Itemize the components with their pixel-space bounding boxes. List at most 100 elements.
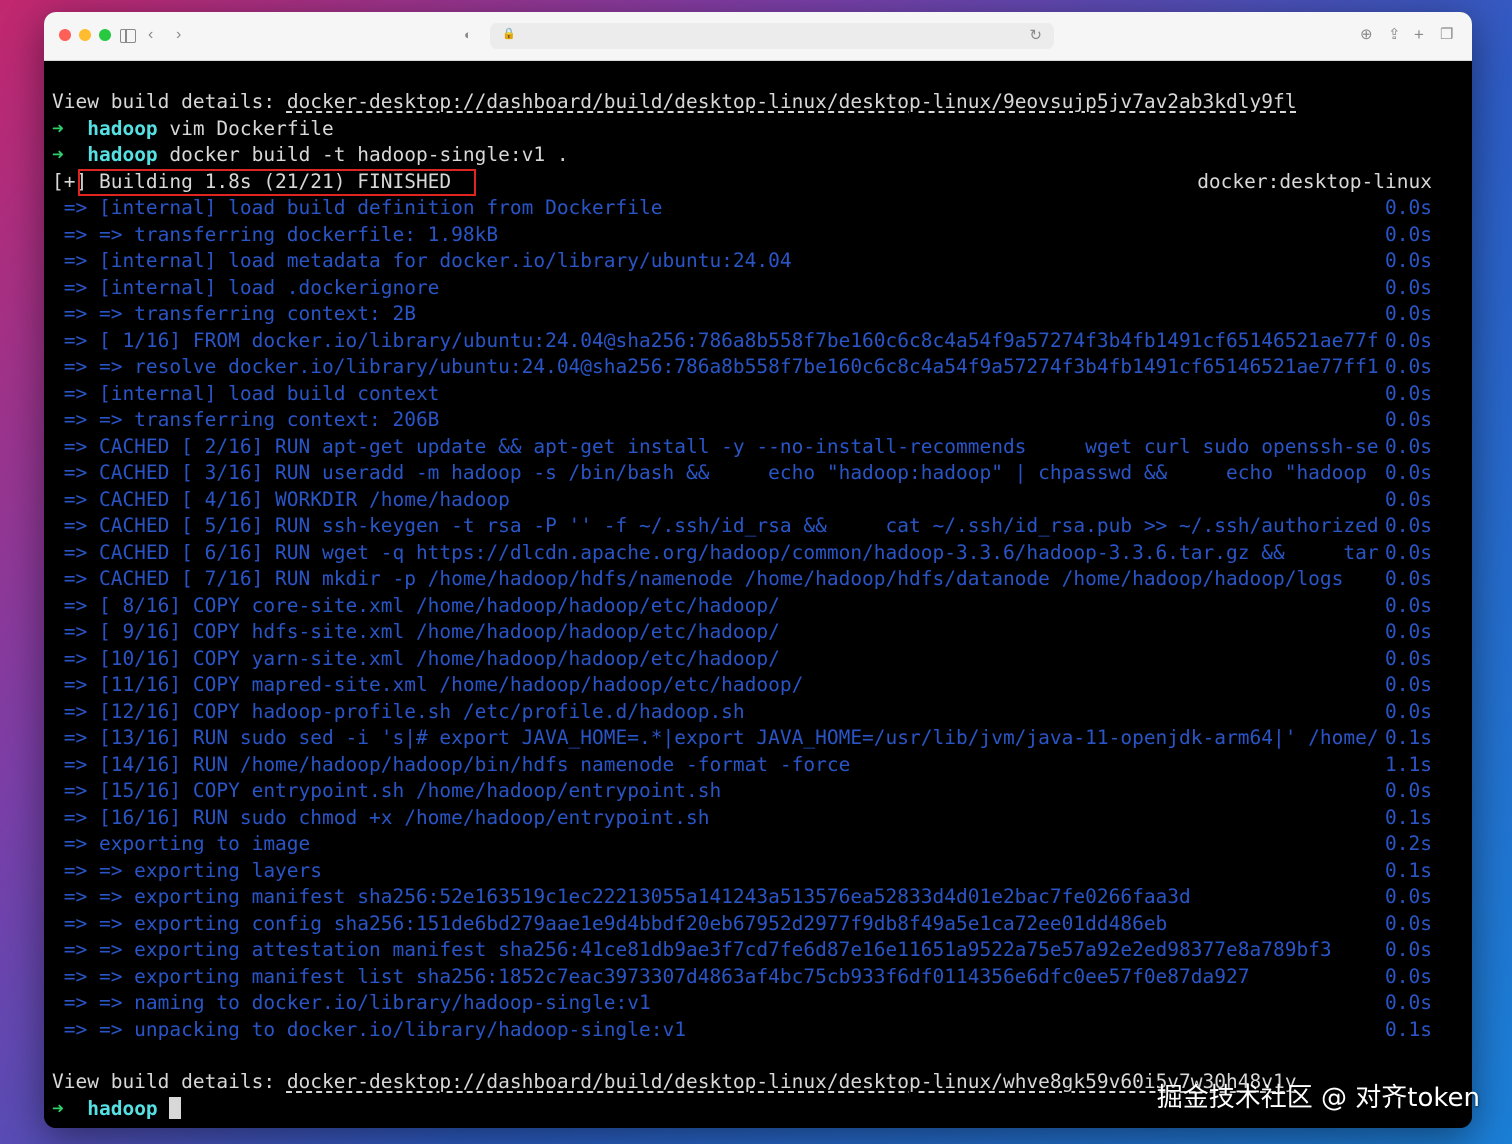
build-step-line: => [internal] load build context 0.0s <box>52 381 1452 407</box>
build-step-text: => => exporting manifest list sha256:185… <box>52 964 1250 988</box>
build-step-duration: 0.0s <box>1385 540 1432 564</box>
build-step-duration: 0.0s <box>1385 911 1432 935</box>
terminal-cursor[interactable] <box>169 1097 182 1119</box>
build-step-text: => CACHED [ 2/16] RUN apt-get update && … <box>52 434 1379 458</box>
highlight-annotation-box <box>78 169 476 196</box>
build-step-duration: 0.0s <box>1385 222 1432 246</box>
watermark: 掘金技术社区 @ 对齐token <box>1156 1083 1480 1113</box>
build-step-duration: 0.0s <box>1385 673 1432 696</box>
build-step-duration: 0.0s <box>1385 620 1432 643</box>
build-step-line: => [10/16] COPY yarn-site.xml /home/hado… <box>52 646 1452 672</box>
address-bar[interactable]: 🔒 ↻ <box>490 23 1054 49</box>
new-tab-icon[interactable]: + <box>1414 25 1424 45</box>
build-step-line: => [11/16] COPY mapred-site.xml /home/ha… <box>52 672 1452 698</box>
build-step-duration: 0.0s <box>1385 991 1432 1014</box>
prompt-arrow-icon: ➜ <box>52 117 64 140</box>
build-step-duration: 0.0s <box>1385 514 1432 537</box>
build-step-text: => [ 9/16] COPY hdfs-site.xml /home/hado… <box>52 620 780 643</box>
prompt-directory: hadoop <box>87 143 158 166</box>
tabs-icon[interactable]: ❐ <box>1440 25 1453 45</box>
build-step-text: => [12/16] COPY hadoop-profile.sh /etc/p… <box>52 699 745 723</box>
command-text: docker build -t hadoop-single:v1 . <box>157 143 569 166</box>
build-step-line: => exporting to image 0.2s <box>52 831 1452 857</box>
view-build-details-line: View build details: docker-desktop://das… <box>52 89 1452 115</box>
build-step-line: => CACHED [ 2/16] RUN apt-get update && … <box>52 434 1452 460</box>
build-step-duration: 0.1s <box>1385 805 1432 829</box>
build-step-line: => => resolve docker.io/library/ubuntu:2… <box>52 354 1452 380</box>
build-step-duration: 0.0s <box>1385 885 1432 908</box>
build-step-text: => [13/16] RUN sudo sed -i 's|# export J… <box>52 726 1379 749</box>
build-step-line: => [internal] load .dockerignore 0.0s <box>52 275 1452 301</box>
build-step-line: => CACHED [ 3/16] RUN useradd -m hadoop … <box>52 460 1452 486</box>
build-step-text: => [internal] load .dockerignore <box>52 275 440 299</box>
build-step-text: => [10/16] COPY yarn-site.xml /home/hado… <box>52 646 780 670</box>
build-step-line: => [14/16] RUN /home/hadoop/hadoop/bin/h… <box>52 752 1452 778</box>
build-step-text: => => exporting attestation manifest sha… <box>52 938 1332 961</box>
build-step-duration: 0.0s <box>1385 302 1432 325</box>
build-step-duration: 0.1s <box>1385 1017 1432 1041</box>
build-details-link[interactable]: docker-desktop://dashboard/build/desktop… <box>287 1070 1297 1093</box>
shield-icon[interactable]: ◐ <box>464 25 472 45</box>
build-step-text: => => exporting layers <box>52 858 323 882</box>
build-step-line: => => exporting config sha256:151de6bd27… <box>52 911 1452 937</box>
build-step-text: => CACHED [ 3/16] RUN useradd -m hadoop … <box>52 461 1367 484</box>
build-step-line: => [ 1/16] FROM docker.io/library/ubuntu… <box>52 328 1452 354</box>
terminal-window: ‹ › ◐ 🔒 ↻ ⊕ ⇪ + ❐ View build details: do… <box>44 12 1472 1128</box>
sidebar-icon[interactable] <box>120 29 136 43</box>
build-step-line: => => exporting manifest list sha256:185… <box>52 964 1452 990</box>
build-step-text: => => naming to docker.io/library/hadoop… <box>52 991 651 1014</box>
build-step-duration: 0.0s <box>1385 328 1432 352</box>
build-step-line: => CACHED [ 6/16] RUN wget -q https://dl… <box>52 540 1452 566</box>
build-step-duration: 0.0s <box>1385 593 1432 617</box>
build-step-text: => [15/16] COPY entrypoint.sh /home/hado… <box>52 779 722 802</box>
build-step-line: => => transferring dockerfile: 1.98kB 0.0… <box>52 222 1452 248</box>
prompt-arrow-icon: ➜ <box>52 143 64 166</box>
translate-icon[interactable]: ⊕ <box>1360 25 1373 45</box>
build-step-text: => => exporting config sha256:151de6bd27… <box>52 911 1168 935</box>
build-step-line: => => exporting attestation manifest sha… <box>52 937 1452 963</box>
build-step-text: => CACHED [ 6/16] RUN wget -q https://dl… <box>52 540 1379 564</box>
build-step-line: => CACHED [ 4/16] WORKDIR /home/hadoop 0.… <box>52 487 1452 513</box>
reload-icon[interactable]: ↻ <box>1029 26 1042 44</box>
build-step-line: => => unpacking to docker.io/library/had… <box>52 1017 1452 1043</box>
window-titlebar: ‹ › ◐ 🔒 ↻ ⊕ ⇪ + ❐ <box>44 12 1472 61</box>
build-step-duration: 0.0s <box>1385 408 1432 431</box>
build-step-line: => => transferring context: 2B 0.0s <box>52 301 1452 327</box>
build-step-text: => => transferring context: 2B <box>52 302 416 325</box>
minimize-button[interactable] <box>79 29 91 41</box>
build-step-line: => [13/16] RUN sudo sed -i 's|# export J… <box>52 725 1452 751</box>
build-step-text: => [16/16] RUN sudo chmod +x /home/hadoo… <box>52 805 710 829</box>
terminal-output[interactable]: View build details: docker-desktop://das… <box>44 61 1472 1128</box>
forward-icon[interactable]: › <box>176 25 181 45</box>
prompt-directory: hadoop <box>87 117 158 140</box>
prompt-directory: hadoop <box>87 1097 158 1120</box>
lock-icon: 🔒 <box>502 28 516 40</box>
build-step-line: => [15/16] COPY entrypoint.sh /home/hado… <box>52 778 1452 804</box>
close-button[interactable] <box>59 29 71 41</box>
build-step-text: => => unpacking to docker.io/library/had… <box>52 1017 686 1041</box>
build-step-line: => [16/16] RUN sudo chmod +x /home/hadoo… <box>52 805 1452 831</box>
build-step-duration: 0.0s <box>1385 249 1432 272</box>
build-step-duration: 0.0s <box>1385 434 1432 458</box>
build-step-duration: 0.1s <box>1385 858 1432 882</box>
command-text: vim Dockerfile <box>157 117 334 140</box>
build-step-text: => exporting to image <box>52 832 311 855</box>
build-step-duration: 0.0s <box>1385 938 1432 961</box>
build-step-duration: 0.2s <box>1385 832 1432 855</box>
build-step-duration: 0.0s <box>1385 779 1432 802</box>
build-step-text: => => transferring context: 206B <box>52 408 440 431</box>
zoom-button[interactable] <box>99 29 111 41</box>
build-step-line: => [ 8/16] COPY core-site.xml /home/hado… <box>52 593 1452 619</box>
build-step-duration: 1.1s <box>1385 752 1432 776</box>
build-details-link[interactable]: docker-desktop://dashboard/build/desktop… <box>287 90 1297 113</box>
build-step-text: => [ 8/16] COPY core-site.xml /home/hado… <box>52 593 780 617</box>
build-step-duration: 0.0s <box>1385 381 1432 405</box>
output-text: View build details: <box>52 1070 287 1093</box>
build-step-duration: 0.0s <box>1385 699 1432 723</box>
build-step-text: => [internal] load metadata for docker.i… <box>52 249 792 272</box>
build-step-text: => CACHED [ 7/16] RUN mkdir -p /home/had… <box>52 567 1344 590</box>
build-step-line: => [internal] load metadata for docker.i… <box>52 248 1452 274</box>
build-step-text: => [ 1/16] FROM docker.io/library/ubuntu… <box>52 328 1379 352</box>
back-icon[interactable]: ‹ <box>148 25 153 45</box>
share-icon[interactable]: ⇪ <box>1388 25 1401 45</box>
